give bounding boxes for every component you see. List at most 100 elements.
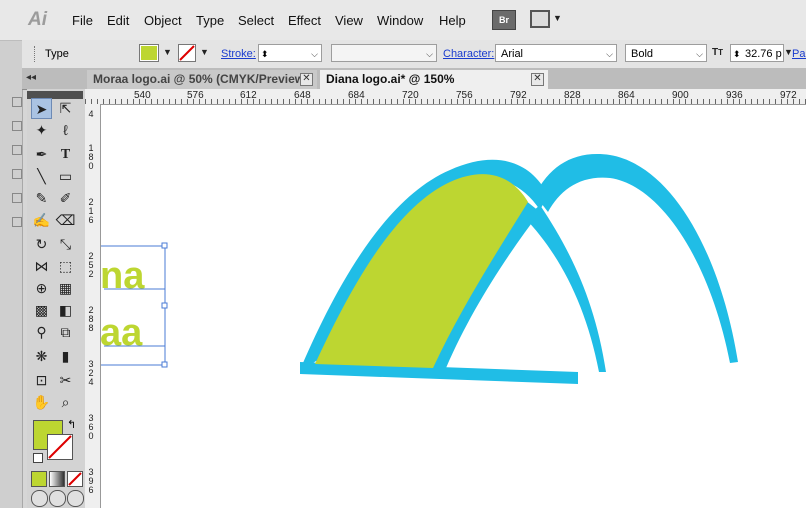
font-style-value: Bold bbox=[631, 48, 654, 60]
gradient-tool-icon[interactable]: ◧ bbox=[55, 300, 76, 321]
logo-blue-inner-arc[interactable] bbox=[525, 205, 606, 372]
logo-artwork[interactable]: na aa bbox=[101, 105, 806, 508]
artboard-text-line2[interactable]: aa bbox=[101, 312, 143, 354]
stepper-icon[interactable]: ⬍ bbox=[261, 45, 269, 63]
menu-type[interactable]: Type bbox=[196, 12, 224, 30]
arrange-documents-icon[interactable] bbox=[530, 10, 550, 28]
font-size-icon: TT bbox=[712, 47, 723, 58]
tab-moraa-logo[interactable]: Moraa logo.ai @ 50% (CMYK/Preview) ✕ bbox=[87, 70, 317, 89]
artboard-canvas[interactable]: na aa bbox=[101, 105, 806, 508]
lasso-tool-icon[interactable]: ℓ bbox=[55, 120, 76, 141]
stroke-panel-link[interactable]: Stroke: bbox=[221, 47, 256, 61]
character-panel-link[interactable]: Character: bbox=[443, 47, 494, 61]
stroke-style-field[interactable]: ⌵ bbox=[331, 44, 437, 62]
draw-normal-icon[interactable] bbox=[31, 490, 48, 507]
draw-behind-icon[interactable] bbox=[49, 490, 66, 507]
tab-diana-logo[interactable]: Diana logo.ai* @ 150% (CMYK/Preview) ✕ bbox=[320, 70, 548, 105]
menu-file[interactable]: File bbox=[72, 12, 93, 30]
menu-effect[interactable]: Effect bbox=[288, 12, 321, 30]
panel-icon[interactable] bbox=[12, 97, 22, 107]
gradient-mode-icon[interactable] bbox=[49, 471, 65, 487]
eraser-tool-icon[interactable]: ⌫ bbox=[55, 210, 76, 231]
panel-icon[interactable] bbox=[12, 145, 22, 155]
magic-wand-tool-icon[interactable]: ✦ bbox=[31, 120, 52, 141]
none-mode-icon[interactable] bbox=[67, 471, 83, 487]
shape-builder-tool-icon[interactable]: ⊕ bbox=[31, 278, 52, 299]
close-icon[interactable]: ✕ bbox=[300, 73, 313, 86]
stroke-color-swatch[interactable] bbox=[47, 434, 73, 460]
fill-swatch[interactable] bbox=[139, 44, 159, 62]
panel-icon[interactable] bbox=[12, 121, 22, 131]
selection-handle[interactable] bbox=[161, 361, 168, 368]
hand-tool-icon[interactable]: ✋ bbox=[31, 392, 52, 413]
ruler-label: 720 bbox=[402, 90, 419, 101]
rectangle-tool-icon[interactable]: ▭ bbox=[55, 166, 76, 187]
menu-select[interactable]: Select bbox=[238, 12, 274, 30]
artboard-tool-icon[interactable]: ⊡ bbox=[31, 370, 52, 391]
chevron-down-icon[interactable]: ▼ bbox=[200, 47, 209, 57]
artboard-text-line1[interactable]: na bbox=[101, 255, 145, 297]
stroke-weight-field[interactable]: ⬍ ⌵ bbox=[258, 44, 322, 62]
panel-icon[interactable] bbox=[12, 169, 22, 179]
stroke-swatch[interactable] bbox=[178, 44, 196, 62]
slice-tool-icon[interactable]: ✂ bbox=[55, 370, 76, 391]
mesh-tool-icon[interactable]: ▩ bbox=[31, 300, 52, 321]
width-tool-icon[interactable]: ⋈ bbox=[31, 256, 52, 277]
panel-icon[interactable] bbox=[12, 193, 22, 203]
blend-tool-icon[interactable]: ⧉ bbox=[55, 322, 76, 343]
ruler-label: 252 bbox=[88, 251, 94, 279]
menu-view[interactable]: View bbox=[335, 12, 363, 30]
none-slash-icon bbox=[179, 45, 195, 61]
bridge-button[interactable]: Br bbox=[492, 10, 516, 30]
rotate-tool-icon[interactable]: ↻ bbox=[31, 234, 52, 255]
pen-tool-icon[interactable]: ✒ bbox=[31, 144, 52, 165]
ruler-label: 648 bbox=[294, 90, 311, 101]
default-colors-icon[interactable] bbox=[33, 453, 43, 463]
selection-tool-icon[interactable]: ➤ bbox=[31, 98, 52, 119]
eyedropper-tool-icon[interactable]: ⚲ bbox=[31, 322, 52, 343]
ruler-label: 972 bbox=[780, 90, 797, 101]
control-bar-grip[interactable] bbox=[34, 46, 37, 62]
chevron-down-icon[interactable]: ▼ bbox=[163, 47, 172, 57]
font-family-field[interactable]: Arial ⌵ bbox=[495, 44, 617, 62]
color-mode-icon[interactable] bbox=[31, 471, 47, 487]
menu-object[interactable]: Object bbox=[144, 12, 182, 30]
font-family-value: Arial bbox=[501, 48, 524, 60]
paragraph-panel-link[interactable]: Par bbox=[792, 47, 806, 61]
font-style-field[interactable]: Bold ⌵ bbox=[625, 44, 707, 62]
free-transform-tool-icon[interactable]: ⬚ bbox=[55, 256, 76, 277]
chevron-down-icon[interactable]: ▼ bbox=[553, 13, 562, 23]
font-size-field[interactable]: ⬍ 32.76 p bbox=[730, 44, 784, 62]
paintbrush-tool-icon[interactable]: ✎ bbox=[31, 188, 52, 209]
chevron-down-icon[interactable]: ⌵ bbox=[426, 45, 433, 63]
zoom-tool-icon[interactable]: ⌕ bbox=[55, 392, 76, 413]
menu-edit[interactable]: Edit bbox=[107, 12, 129, 30]
perspective-grid-tool-icon[interactable]: ▦ bbox=[55, 278, 76, 299]
panel-icon[interactable] bbox=[12, 217, 22, 227]
type-tool-icon[interactable]: T bbox=[55, 144, 76, 165]
menu-help[interactable]: Help bbox=[439, 12, 466, 30]
close-icon[interactable]: ✕ bbox=[531, 73, 544, 86]
font-size-value: 32.76 p bbox=[745, 48, 782, 60]
selection-handle[interactable] bbox=[161, 242, 168, 249]
column-graph-tool-icon[interactable]: ▮ bbox=[55, 346, 76, 367]
swap-colors-icon[interactable]: ↰ bbox=[67, 418, 76, 431]
blob-brush-tool-icon[interactable]: ✍ bbox=[31, 210, 52, 231]
chevron-down-icon[interactable]: ⌵ bbox=[696, 45, 703, 63]
line-tool-icon[interactable]: ╲ bbox=[31, 166, 52, 187]
stepper-icon[interactable]: ⬍ bbox=[733, 45, 741, 63]
fill-swatch-color bbox=[141, 46, 157, 60]
ruler-label: 684 bbox=[348, 90, 365, 101]
chevron-down-icon[interactable]: ⌵ bbox=[606, 45, 613, 63]
draw-inside-icon[interactable] bbox=[67, 490, 84, 507]
symbol-sprayer-tool-icon[interactable]: ❋ bbox=[31, 346, 52, 367]
menu-window[interactable]: Window bbox=[377, 12, 423, 30]
collapse-panel-icon[interactable]: ◂◂ bbox=[26, 72, 36, 83]
chevron-down-icon[interactable]: ⌵ bbox=[311, 45, 318, 63]
ruler-label: 324 bbox=[88, 359, 94, 387]
scale-tool-icon[interactable]: ⤡ bbox=[55, 234, 76, 255]
direct-selection-tool-icon[interactable]: ⇱ bbox=[55, 98, 76, 119]
pencil-tool-icon[interactable]: ✐ bbox=[55, 188, 76, 209]
selection-handle[interactable] bbox=[161, 302, 168, 309]
background-panel-icons bbox=[12, 95, 22, 508]
